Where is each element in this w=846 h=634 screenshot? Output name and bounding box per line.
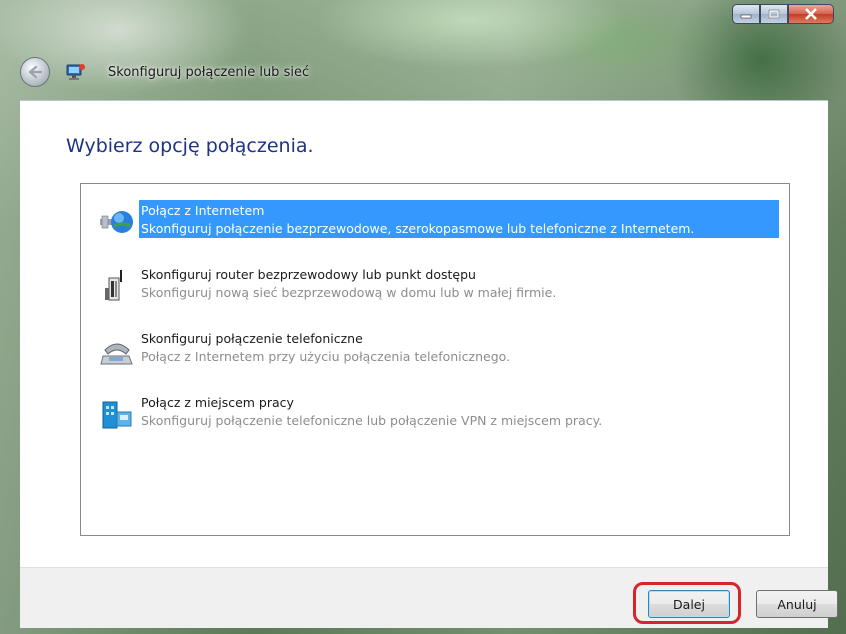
option-title: Skonfiguruj router bezprzewodowy lub pun… <box>141 267 476 282</box>
option-title: Połącz z Internetem <box>141 203 265 218</box>
window-title: Skonfiguruj połączenie lub sieć <box>108 64 310 80</box>
connection-options-list[interactable]: Połącz z Internetem Skonfiguruj połączen… <box>80 183 790 536</box>
option-description: Połącz z Internetem przy użyciu połączen… <box>141 349 511 364</box>
phone-modem-icon <box>100 343 133 365</box>
caption-buttons <box>732 4 834 24</box>
option-title: Połącz z miejscem pracy <box>141 395 294 410</box>
maximize-icon <box>768 9 780 19</box>
option-title: Skonfiguruj połączenie telefoniczne <box>141 331 363 346</box>
globe-network-icon <box>100 211 133 233</box>
option-connect-internet[interactable]: Połącz z Internetem Skonfiguruj połączen… <box>95 198 779 244</box>
cancel-button[interactable]: Anuluj <box>756 590 838 618</box>
option-dialup[interactable]: Skonfiguruj połączenie telefoniczne Połą… <box>95 326 777 372</box>
close-button[interactable] <box>788 4 834 24</box>
wireless-router-icon <box>105 270 122 301</box>
content-area: Wybierz opcję połączenia. Połącz z Inter… <box>20 100 828 568</box>
minimize-button[interactable] <box>732 4 760 24</box>
page-heading: Wybierz opcję połączenia. <box>66 135 314 157</box>
option-description: Skonfiguruj połączenie telefoniczne lub … <box>141 413 603 428</box>
minimize-icon <box>740 14 752 19</box>
option-description: Skonfiguruj nową sieć bezprzewodową w do… <box>141 285 557 300</box>
workplace-building-icon <box>102 401 132 429</box>
option-description: Skonfiguruj połączenie bezprzewodowe, sz… <box>141 221 695 236</box>
option-workplace[interactable]: Połącz z miejscem pracy Skonfiguruj połą… <box>95 390 777 436</box>
network-setup-icon <box>64 61 88 83</box>
next-button[interactable]: Dalej <box>648 590 730 618</box>
close-icon <box>805 8 817 20</box>
button-bar: Dalej Anuluj <box>20 567 838 628</box>
title-bar: Skonfiguruj połączenie lub sieć <box>20 54 309 90</box>
back-button[interactable] <box>20 57 50 87</box>
back-arrow-icon <box>28 65 43 79</box>
maximize-button[interactable] <box>760 4 788 24</box>
option-wireless-router[interactable]: Skonfiguruj router bezprzewodowy lub pun… <box>95 262 777 308</box>
